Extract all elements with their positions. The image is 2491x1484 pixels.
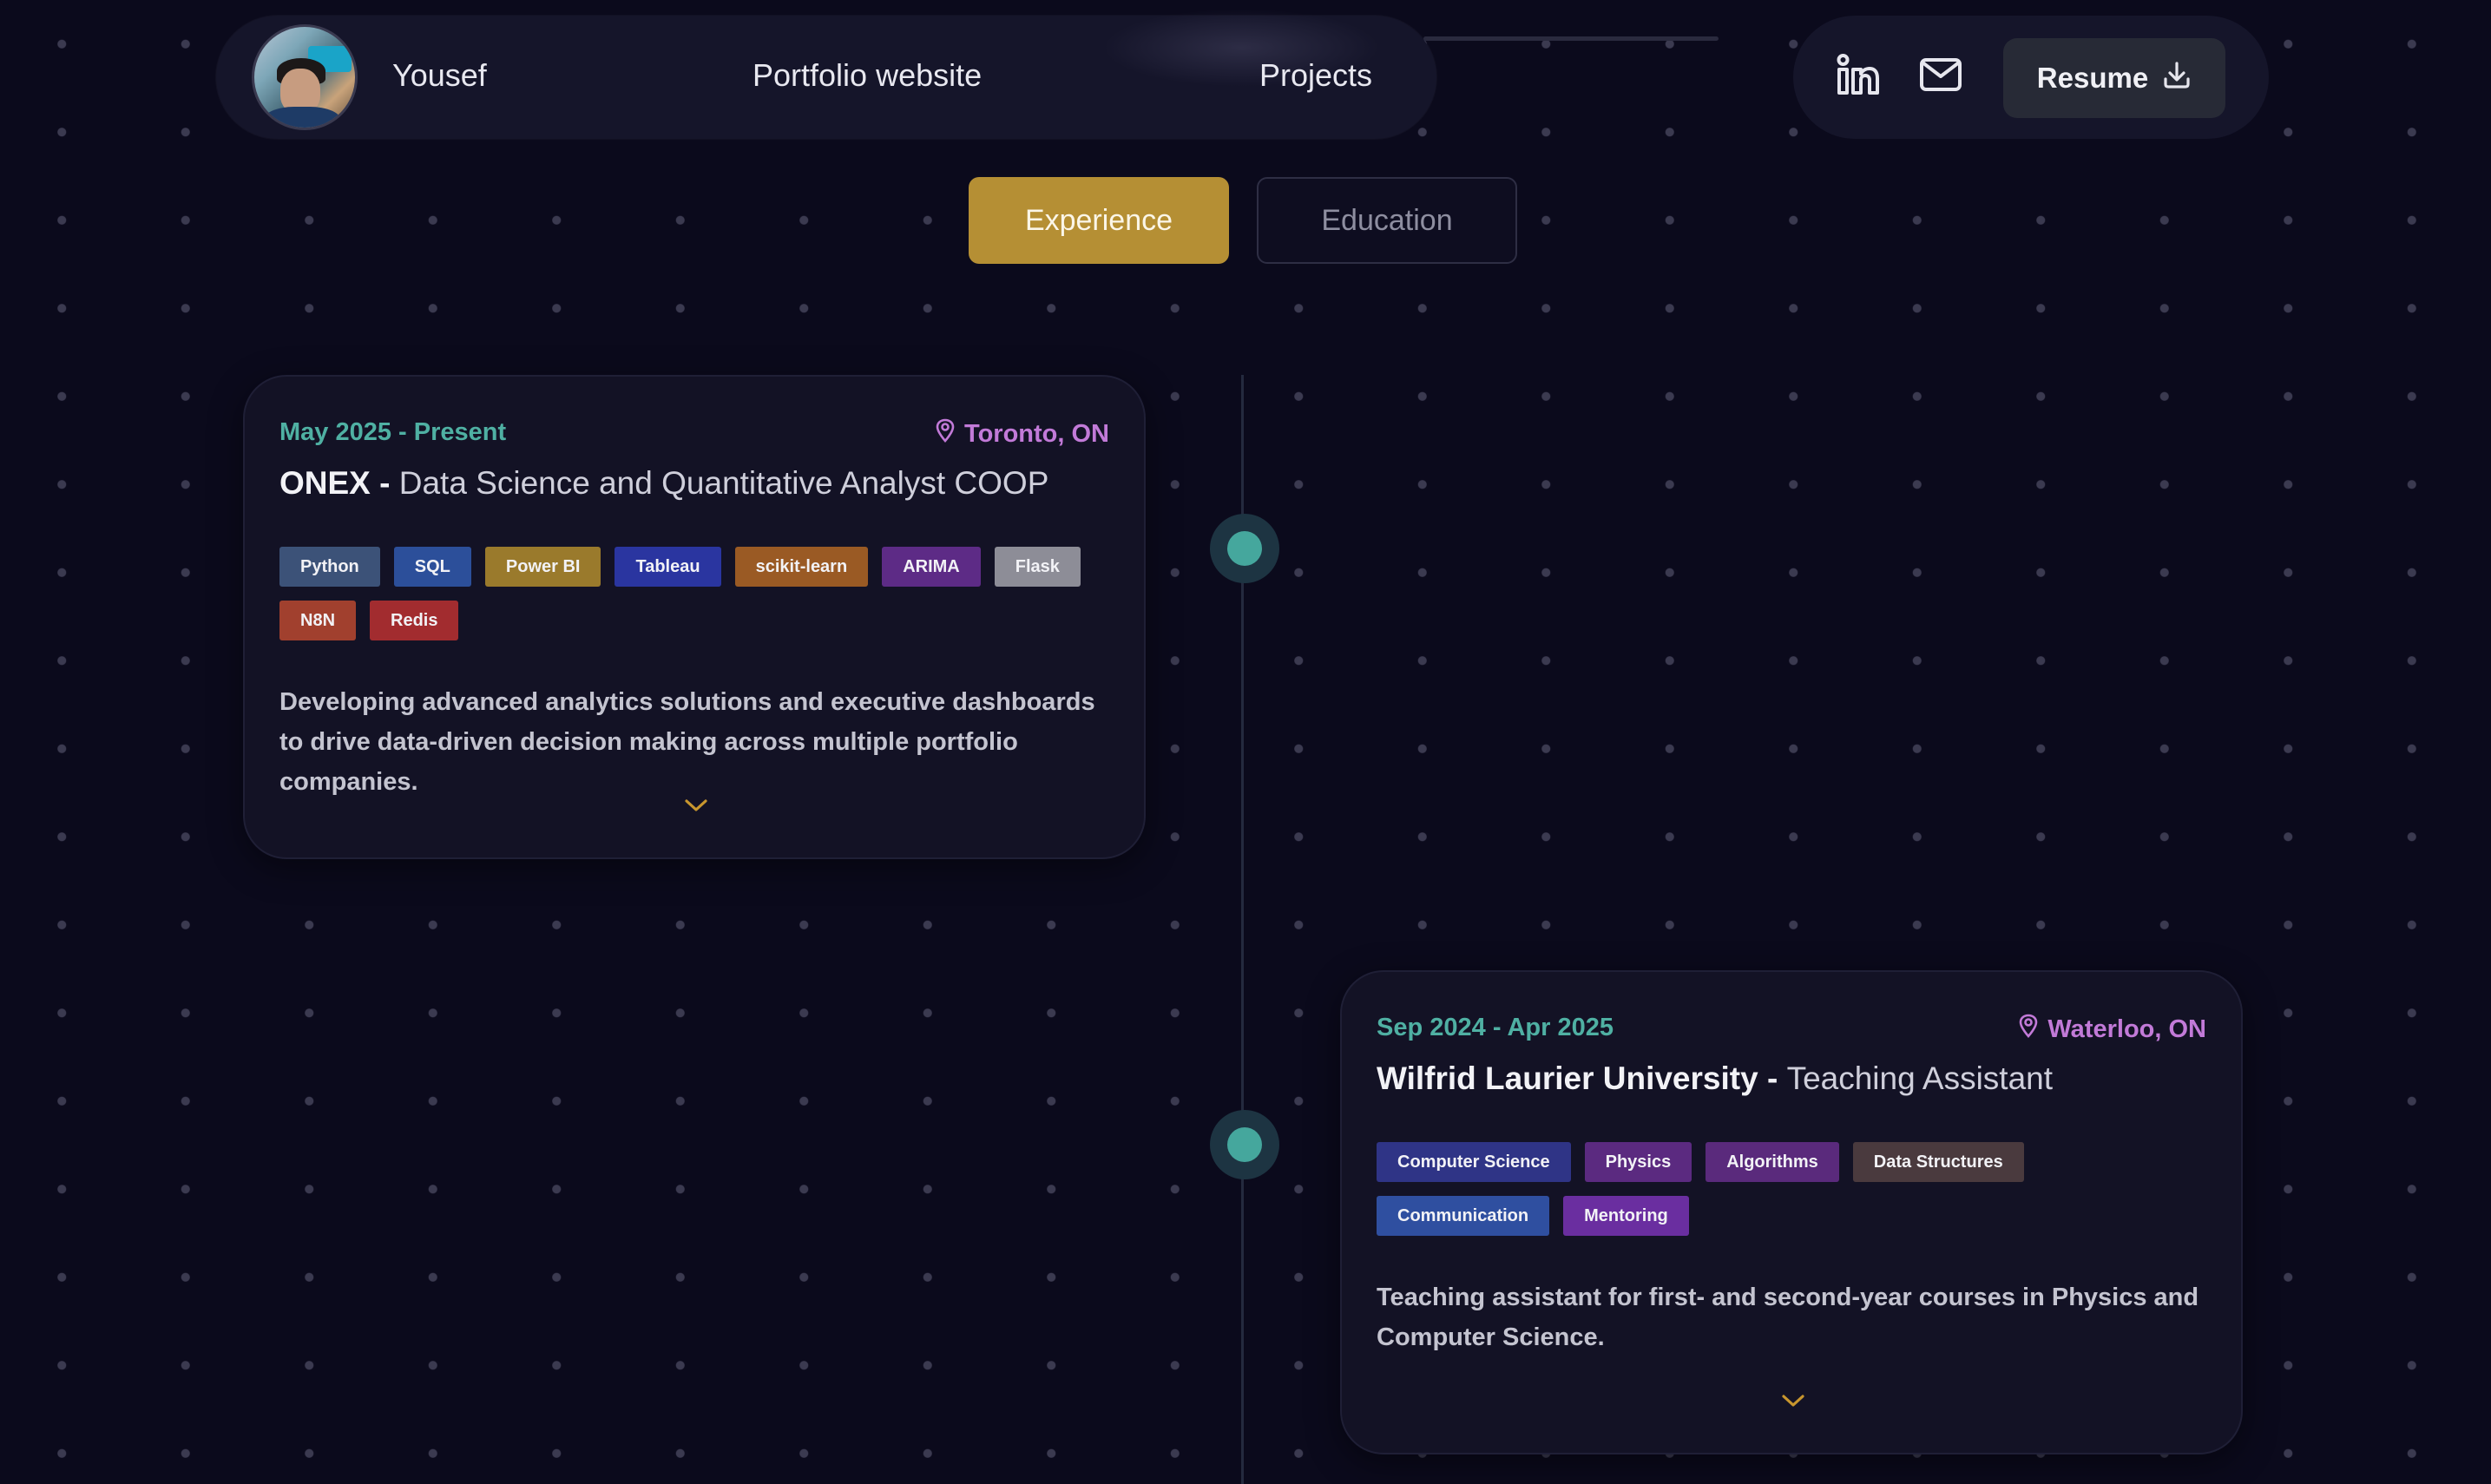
resume-label: Resume <box>2036 62 2149 94</box>
avatar[interactable] <box>252 24 358 130</box>
experience-date: May 2025 - Present <box>279 418 507 446</box>
skill-tag: Computer Science <box>1377 1142 1571 1182</box>
chevron-down-icon[interactable] <box>683 797 709 814</box>
company-name: Wilfrid Laurier University <box>1377 1060 1758 1096</box>
nav-divider-line <box>1423 36 1719 41</box>
experience-location: Toronto, ON <box>935 418 1109 450</box>
location-label: Toronto, ON <box>964 419 1109 448</box>
skill-tag: Python <box>279 547 380 587</box>
skill-tag: scikit-learn <box>734 547 869 587</box>
role-name: Teaching Assistant <box>1786 1060 2054 1096</box>
timeline-node <box>1210 514 1279 583</box>
linkedin-icon[interactable] <box>1836 52 1881 97</box>
experience-title: Wilfrid Laurier University - Teaching As… <box>1377 1060 2053 1097</box>
location-label: Waterloo, ON <box>2047 1015 2206 1043</box>
nav-name[interactable]: Yousef <box>392 57 487 94</box>
skill-tag: Communication <box>1377 1196 1550 1236</box>
location-pin-icon <box>2018 1014 2039 1045</box>
skill-tag: Redis <box>370 601 459 640</box>
title-separator: - <box>370 465 399 501</box>
skill-tag: Flask <box>994 547 1081 587</box>
skill-tag: Data Structures <box>1852 1142 2024 1182</box>
skill-tag: Tableau <box>615 547 721 587</box>
mail-icon[interactable] <box>1918 52 1963 97</box>
experience-description: Teaching assistant for first- and second… <box>1377 1284 2199 1351</box>
experience-date: Sep 2024 - Apr 2025 <box>1377 1014 1614 1041</box>
skill-tags: Computer Science Physics Algorithms Data St… <box>1377 1142 2210 1236</box>
timeline-node <box>1210 1110 1279 1179</box>
nav-link-projects[interactable]: Projects <box>1259 57 1372 94</box>
experience-card: Sep 2024 - Apr 2025 Waterloo, ON Wilfrid… <box>1340 970 2243 1454</box>
role-name: Data Science and Quantitative Analyst CO… <box>398 465 1049 501</box>
experience-card: May 2025 - Present Toronto, ON ONEX - Da… <box>243 375 1146 859</box>
skill-tag: ARIMA <box>882 547 981 587</box>
experience-description: Developing advanced analytics solutions … <box>279 688 1095 796</box>
resume-button[interactable]: Resume <box>2003 38 2225 118</box>
skill-tag: Mentoring <box>1563 1196 1689 1236</box>
tab-education[interactable]: Education <box>1257 177 1517 264</box>
location-pin-icon <box>935 418 956 450</box>
skill-tag: SQL <box>393 547 471 587</box>
skill-tag: Algorithms <box>1706 1142 1839 1182</box>
skill-tags: Python SQL Power BI Tableau scikit-learn ARIM… <box>279 547 1113 640</box>
chevron-down-icon[interactable] <box>1780 1392 1806 1409</box>
tab-experience[interactable]: Experience <box>969 177 1229 264</box>
skill-tag: N8N <box>279 601 357 640</box>
experience-location: Waterloo, ON <box>2018 1014 2206 1045</box>
skill-tag: Power BI <box>484 547 601 587</box>
skill-tag: Physics <box>1584 1142 1692 1182</box>
nav-link-portfolio[interactable]: Portfolio website <box>753 57 982 94</box>
experience-title: ONEX - Data Science and Quantitative Ana… <box>279 465 1048 502</box>
company-name: ONEX <box>279 465 371 501</box>
title-separator: - <box>1758 1060 1787 1096</box>
download-icon <box>2162 60 2192 96</box>
